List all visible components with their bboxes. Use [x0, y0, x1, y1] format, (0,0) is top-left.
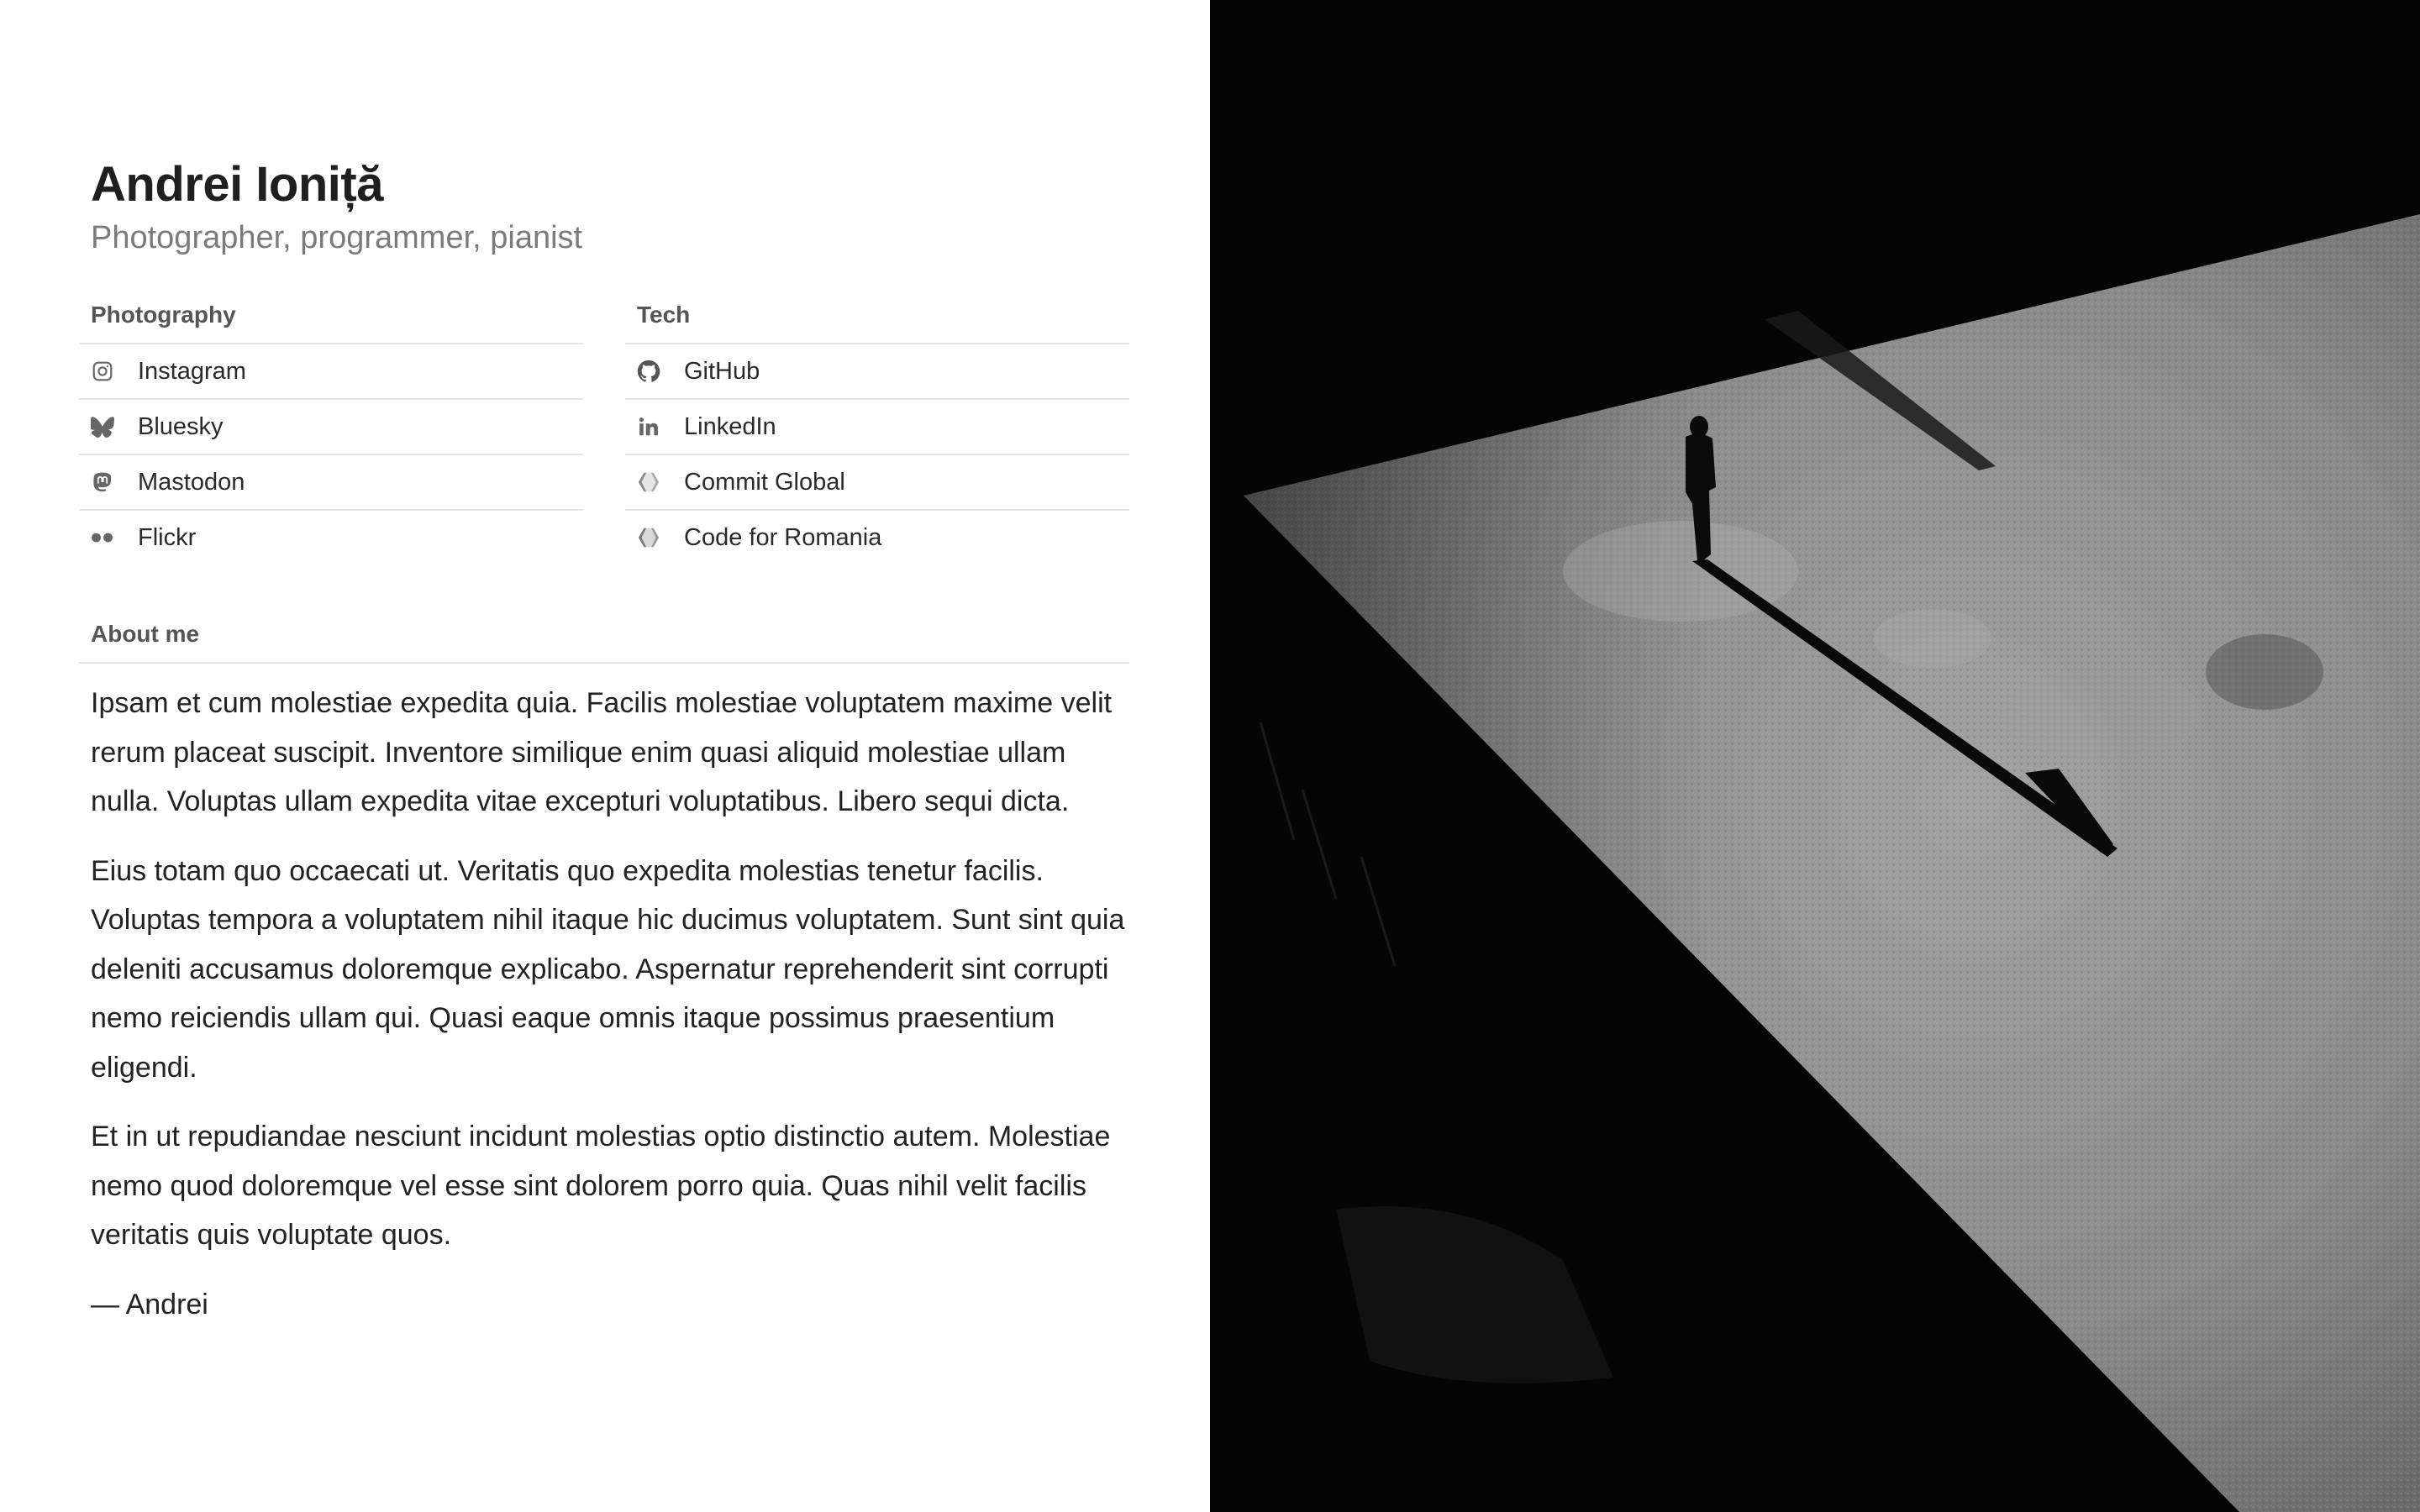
street-photo-image [1210, 0, 2420, 1512]
about-body: Ipsam et cum molestiae expedita quia. Fa… [91, 679, 1129, 1329]
github-icon [637, 360, 660, 383]
tech-heading: Tech [637, 302, 691, 328]
about-paragraph-1: Ipsam et cum molestiae expedita quia. Fa… [91, 687, 1113, 817]
about-paragraph-3: Et in ut repudiandae nesciunt incidunt m… [91, 1121, 1111, 1251]
commit-global-label: Commit Global [684, 469, 845, 496]
tech-link-list: GitHub LinkedIn Commit Global Code for R… [625, 343, 1129, 564]
instagram-link[interactable]: Instagram [79, 344, 583, 400]
signoff: — Andrei [91, 1288, 208, 1320]
page: Andrei Ioniță Photographer, programmer, … [0, 0, 2420, 1512]
code-for-romania-link[interactable]: Code for Romania [625, 511, 1129, 564]
link-columns: Photography Instagram Bluesky Mastodon F… [79, 299, 1129, 564]
instagram-icon [91, 360, 114, 383]
github-link[interactable]: GitHub [625, 344, 1129, 400]
instagram-label: Instagram [138, 358, 246, 385]
linkedin-label: LinkedIn [684, 413, 776, 440]
about-heading: About me [79, 618, 1129, 664]
bluesky-link[interactable]: Bluesky [79, 400, 583, 455]
photography-links: Photography Instagram Bluesky Mastodon F… [79, 299, 583, 564]
commit-global-link[interactable]: Commit Global [625, 455, 1129, 511]
bluesky-icon [91, 415, 114, 438]
about-paragraph-2: Eius totam quo occaecati ut. Veritatis q… [91, 854, 1125, 1084]
flickr-icon [91, 526, 114, 549]
tech-links: Tech GitHub LinkedIn Commit Global Code … [625, 299, 1129, 564]
profile-panel: Andrei Ioniță Photographer, programmer, … [0, 0, 1210, 1512]
flickr-link[interactable]: Flickr [79, 511, 583, 564]
mastodon-label: Mastodon [138, 469, 245, 496]
photography-link-list: Instagram Bluesky Mastodon Flickr [79, 343, 583, 564]
bluesky-label: Bluesky [138, 413, 224, 440]
code-for-romania-label: Code for Romania [684, 524, 882, 551]
mastodon-link[interactable]: Mastodon [79, 455, 583, 511]
code-for-romania-icon [637, 526, 660, 549]
linkedin-link[interactable]: LinkedIn [625, 400, 1129, 455]
linkedin-icon [637, 415, 660, 438]
commit-global-icon [637, 470, 660, 494]
page-title: Andrei Ioniță [91, 157, 383, 212]
github-label: GitHub [684, 358, 760, 385]
hero-photo [1210, 0, 2420, 1512]
about-section: About me Ipsam et cum molestiae expedita… [79, 618, 1129, 1329]
flickr-label: Flickr [138, 524, 197, 551]
tagline: Photographer, programmer, pianist [91, 220, 583, 255]
mastodon-icon [91, 470, 114, 494]
photography-heading: Photography [91, 302, 236, 328]
